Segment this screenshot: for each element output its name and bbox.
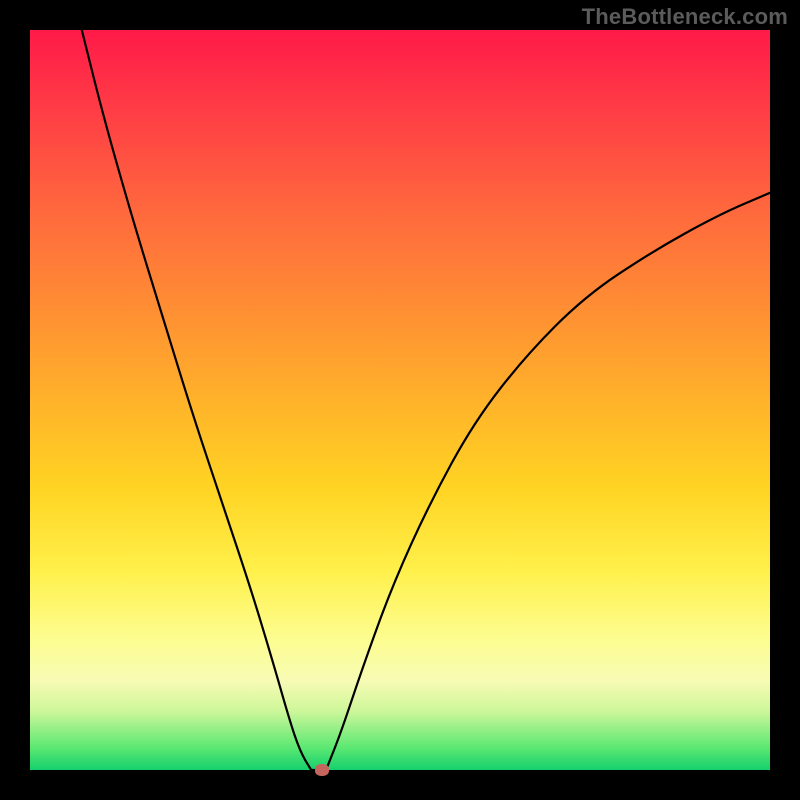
curve-svg xyxy=(30,30,770,770)
plot-area xyxy=(30,30,770,770)
vertex-marker-icon xyxy=(315,764,329,776)
chart-frame: TheBottleneck.com xyxy=(0,0,800,800)
bottleneck-curve xyxy=(82,30,770,770)
watermark-text: TheBottleneck.com xyxy=(582,4,788,30)
